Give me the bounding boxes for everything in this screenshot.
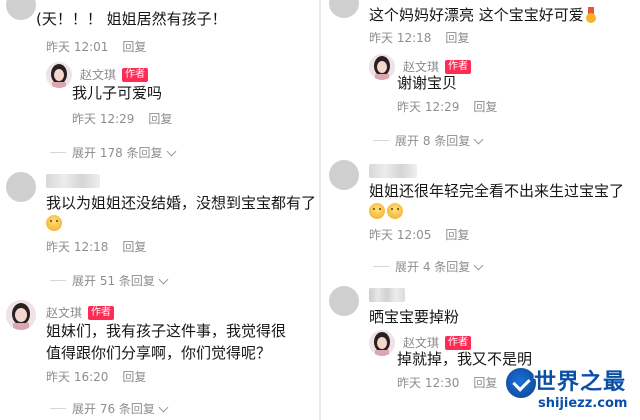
comment-time: 昨天 12:18 (46, 240, 109, 254)
reply-button[interactable]: 回复 (445, 228, 469, 242)
comment-text: (天！！！ 姐姐居然有孩子！ (36, 10, 227, 28)
reply-meta: 昨天 12:30 回复 (397, 374, 497, 391)
blurred-avatar (329, 0, 359, 18)
author-name-row: 赵文琪 作者 (80, 66, 149, 83)
expand-replies-label: 展开 51 条回复 (72, 274, 155, 288)
expand-replies-button[interactable]: 展开 4 条回复 (373, 258, 484, 275)
expand-replies-button[interactable]: 展开 8 条回复 (373, 132, 484, 149)
divider (373, 266, 389, 267)
reply-button[interactable]: 回复 (122, 370, 146, 384)
watermark-url: shijiezz.com (538, 396, 628, 411)
reply-button[interactable]: 回复 (473, 100, 497, 114)
comment-meta: 昨天 12:18 回复 (369, 29, 469, 46)
pleading-face-icon (369, 203, 385, 219)
reply-button[interactable]: 回复 (148, 112, 172, 126)
checkmark-globe-icon (504, 366, 538, 400)
reply-button[interactable]: 回复 (445, 31, 469, 45)
chevron-down-icon (473, 260, 484, 270)
medal-icon (585, 7, 596, 23)
blurred-username (369, 288, 405, 302)
comment-text: 姐姐还很年轻完全看不出来生过宝宝了 (369, 182, 625, 200)
reply-text: 我儿子可爱吗 (72, 84, 163, 102)
reply-meta: 昨天 12:29 回复 (397, 98, 497, 115)
pleading-face-icon (387, 203, 403, 219)
blurred-avatar (6, 172, 36, 202)
author-name[interactable]: 赵文琪 (46, 304, 82, 321)
comment-meta: 昨天 12:05 回复 (369, 226, 469, 243)
expand-replies-label: 展开 178 条回复 (72, 146, 163, 160)
expand-replies-button[interactable]: 展开 76 条回复 (50, 400, 169, 417)
blurred-avatar (6, 0, 36, 20)
chevron-down-icon (158, 402, 169, 412)
expand-replies-button[interactable]: 展开 178 条回复 (50, 144, 176, 161)
reply-meta: 昨天 12:29 回复 (72, 110, 172, 127)
author-badge: 作者 (122, 67, 149, 82)
divider (50, 280, 66, 281)
blurred-avatar (329, 286, 359, 316)
comment-text: 这个妈妈好漂亮 这个宝宝好可爱 (369, 4, 596, 26)
comment-meta: 昨天 12:18 回复 (46, 238, 146, 255)
chevron-down-icon (473, 134, 484, 144)
author-avatar-image (46, 62, 72, 88)
blurred-username (46, 174, 100, 188)
author-name-row: 赵文琪 作者 (46, 304, 115, 321)
comment-text: 我以为姐姐还没结婚，没想到宝宝都有了 (46, 194, 317, 212)
watermark-title: 世界之最 (534, 369, 627, 395)
author-avatar[interactable] (369, 330, 395, 356)
comment-panel-right: 这个妈妈好漂亮 这个宝宝好可爱 昨天 12:18 回复 赵文琪 作者 谢谢宝贝 昨天… (321, 0, 640, 420)
pleading-face-icon (46, 215, 62, 231)
author-avatar-image (369, 54, 395, 80)
author-name[interactable]: 赵文琪 (80, 66, 116, 83)
reply-button[interactable]: 回复 (122, 40, 146, 54)
reply-button[interactable]: 回复 (122, 240, 146, 254)
author-badge: 作者 (88, 305, 115, 320)
comment-meta: 昨天 12:01 回复 (46, 38, 146, 55)
watermark: 世界之最 shijiezz.com (504, 364, 634, 416)
reply-button[interactable]: 回复 (473, 376, 497, 390)
author-avatar-image (369, 330, 395, 356)
comment-meta: 昨天 16:20 回复 (46, 368, 146, 385)
expand-replies-label: 展开 4 条回复 (395, 260, 471, 274)
author-avatar[interactable] (6, 300, 36, 330)
author-avatar[interactable] (369, 54, 395, 80)
comment-text: 晒宝宝要掉粉 (369, 308, 460, 326)
divider (373, 140, 389, 141)
blurred-username (369, 164, 417, 178)
chevron-down-icon (166, 146, 176, 156)
author-avatar-image (6, 300, 36, 330)
author-avatar[interactable] (46, 62, 72, 88)
comment-time: 昨天 12:01 (46, 40, 109, 54)
reply-time: 昨天 12:29 (397, 100, 460, 114)
comment-time: 昨天 16:20 (46, 370, 109, 384)
expand-replies-label: 展开 8 条回复 (395, 134, 471, 148)
expand-replies-button[interactable]: 展开 51 条回复 (50, 272, 169, 289)
comment-text-content: 这个妈妈好漂亮 这个宝宝好可爱 (369, 6, 584, 24)
reply-text: 谢谢宝贝 (397, 74, 458, 92)
comment-panel-left: (天！！！ 姐姐居然有孩子！ 昨天 12:01 回复 赵文琪 作者 我儿子可爱吗 昨… (0, 0, 319, 420)
divider (50, 152, 66, 153)
expand-replies-label: 展开 76 条回复 (72, 402, 155, 416)
blurred-avatar (329, 160, 359, 190)
screenshot: (天！！！ 姐姐居然有孩子！ 昨天 12:01 回复 赵文琪 作者 我儿子可爱吗 昨… (0, 0, 640, 420)
reply-time: 昨天 12:30 (397, 376, 460, 390)
comment-text: 姐妹们，我有孩子这件事，我觉得很值得跟你们分享啊，你们觉得呢？ (46, 322, 287, 362)
pleading-face-emoji (46, 214, 64, 233)
divider (50, 408, 66, 409)
pleading-face-emoji (369, 202, 405, 221)
chevron-down-icon (158, 274, 169, 284)
comment-time: 昨天 12:05 (369, 228, 432, 242)
reply-time: 昨天 12:29 (72, 112, 135, 126)
comment-time: 昨天 12:18 (369, 31, 432, 45)
